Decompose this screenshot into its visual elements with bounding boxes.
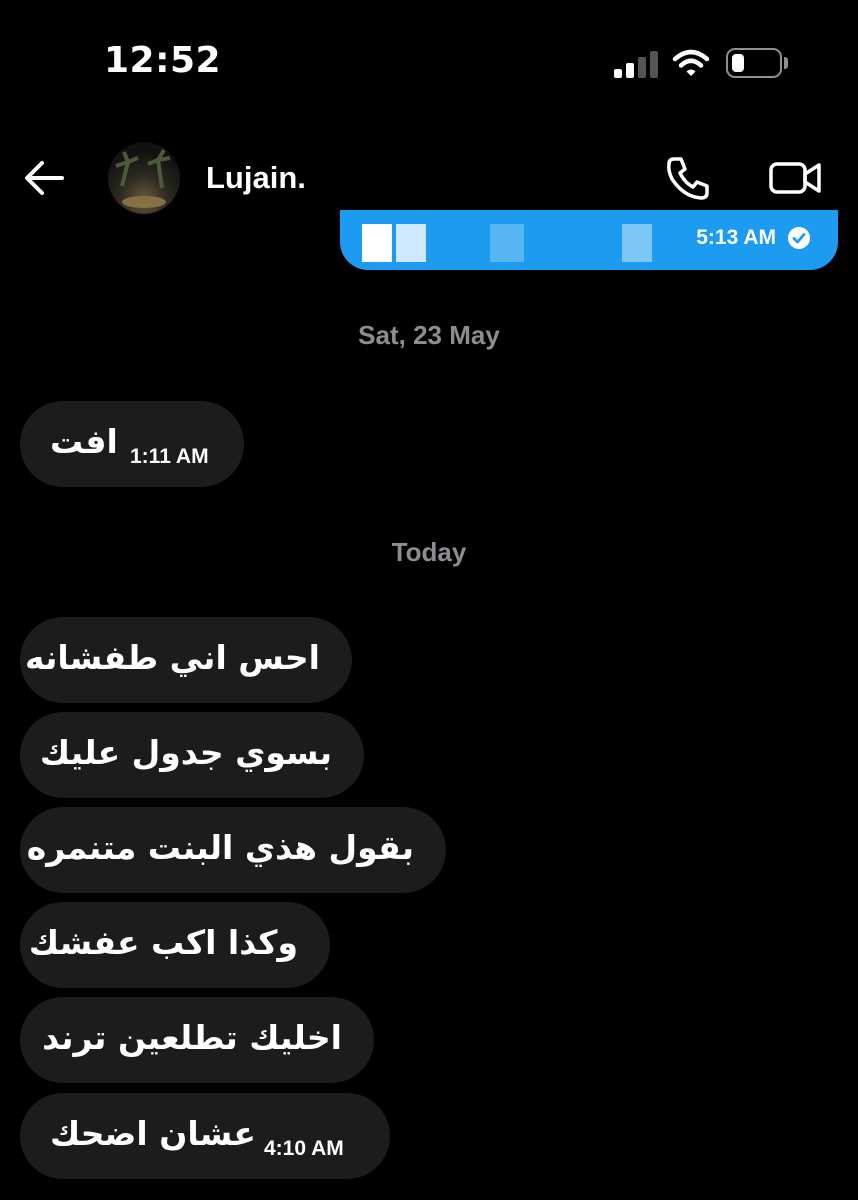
video-camera-icon[interactable] <box>768 156 822 200</box>
read-check-icon <box>788 227 810 249</box>
redacted-block <box>622 224 652 262</box>
message-time: 4:10 AM <box>264 1137 344 1160</box>
message-text: بسوي جدول عليك <box>39 733 332 772</box>
message-time: 5:13 AM <box>696 226 776 249</box>
message-text: وكذا اكب عفشك <box>28 923 298 962</box>
avatar[interactable] <box>108 142 180 214</box>
phone-icon[interactable] <box>664 154 712 202</box>
message-time: 1:11 AM <box>130 445 209 468</box>
redacted-block <box>396 224 426 262</box>
battery-tip <box>784 57 788 69</box>
message-text: افت <box>50 422 118 461</box>
message-text: احس اني طفشانه <box>24 638 320 677</box>
date-separator: Sat, 23 May <box>358 320 500 350</box>
message-text: اخليك تطلعين ترند <box>42 1018 342 1057</box>
back-arrow-icon[interactable] <box>22 158 66 198</box>
sent-message-bubble[interactable]: 5:13 AM <box>340 210 838 270</box>
contact-name[interactable]: Lujain. <box>206 160 306 196</box>
received-message-bubble[interactable]: وكذا اكب عفشك <box>20 902 330 988</box>
message-text: عشان اضحك <box>50 1114 256 1153</box>
status-time: 12:52 <box>104 40 222 81</box>
received-message-bubble[interactable]: عشان اضحك 4:10 AM <box>20 1093 390 1179</box>
message-text: بقول هذي البنت متنمره <box>26 828 414 867</box>
received-message-bubble[interactable]: بسوي جدول عليك <box>20 712 364 798</box>
date-separator: Today <box>391 537 467 567</box>
signal-icon <box>614 50 660 78</box>
redacted-block <box>362 224 392 262</box>
wifi-icon <box>672 49 710 76</box>
received-message-bubble[interactable]: افت 1:11 AM <box>20 401 244 487</box>
received-message-bubble[interactable]: بقول هذي البنت متنمره <box>20 807 446 893</box>
redacted-block <box>490 224 524 262</box>
battery-icon <box>726 48 782 78</box>
received-message-bubble[interactable]: احس اني طفشانه <box>20 617 352 703</box>
received-message-bubble[interactable]: اخليك تطلعين ترند <box>20 997 374 1083</box>
